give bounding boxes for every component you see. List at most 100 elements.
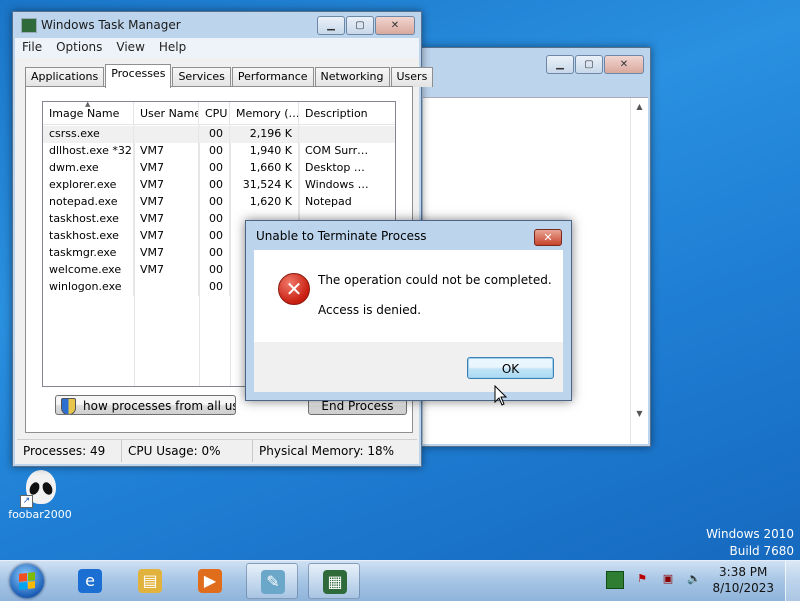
cell-description [299, 126, 395, 143]
sort-ascending-icon: ▲ [85, 102, 91, 108]
process-list-header: ▲ Image Name User Name CPU Memory (… Des… [43, 102, 395, 125]
network-icon[interactable]: ▣ [660, 571, 676, 587]
menu-file[interactable]: File [15, 38, 49, 58]
cell-image: dllhost.exe *32 [43, 143, 134, 160]
taskbar-clock[interactable]: 3:38 PM 8/10/2023 [712, 564, 774, 596]
table-row[interactable]: explorer.exe VM7 00 31,524 K Windows … [43, 177, 395, 194]
cell-user: VM7 [134, 194, 199, 211]
cell-image: winlogon.exe [43, 279, 134, 296]
uac-shield-icon [61, 398, 76, 414]
cell-user [134, 279, 199, 296]
dialog-title: Unable to Terminate Process [256, 229, 427, 243]
column-cpu[interactable]: CPU [199, 102, 230, 124]
cell-memory: 31,524 K [230, 177, 299, 194]
column-user-name[interactable]: User Name [134, 102, 199, 124]
tab-processes[interactable]: Processes [105, 64, 172, 88]
cell-cpu: 00 [199, 143, 230, 160]
task-manager-titlebar[interactable]: Windows Task Manager ▁ ▢ ✕ [13, 12, 421, 38]
ok-button[interactable]: OK [467, 357, 554, 379]
taskbar-button-task-manager[interactable]: ▦ [308, 563, 360, 599]
tab-strip: Applications Processes Services Performa… [25, 64, 434, 88]
cell-image: explorer.exe [43, 177, 134, 194]
table-row[interactable]: csrss.exe 00 2,196 K [43, 126, 395, 143]
dialog-content: ✕ The operation could not be completed. … [254, 250, 563, 342]
explorer-folder-icon: ▤ [138, 569, 162, 593]
column-description[interactable]: Description [299, 102, 395, 124]
desktop-icon-label: foobar2000 [8, 508, 72, 521]
table-row[interactable]: dllhost.exe *32 VM7 00 1,940 K COM Surr… [43, 143, 395, 160]
cell-memory: 1,660 K [230, 160, 299, 177]
clock-date: 8/10/2023 [712, 581, 774, 595]
cell-user: VM7 [134, 228, 199, 245]
table-row[interactable]: dwm.exe VM7 00 1,660 K Desktop … [43, 160, 395, 177]
cell-user [134, 126, 199, 143]
cell-user: VM7 [134, 262, 199, 279]
column-memory[interactable]: Memory (… [230, 102, 299, 124]
desktop-icon-foobar2000[interactable]: ↗ foobar2000 [8, 468, 72, 521]
watermark-line-2: Build 7680 [729, 544, 794, 558]
scroll-down-icon[interactable]: ▼ [631, 409, 648, 418]
start-button[interactable] [4, 563, 50, 599]
notepad-icon: ✎ [261, 570, 285, 594]
cell-user: VM7 [134, 143, 199, 160]
task-manager-app-icon [21, 18, 37, 33]
maximize-button[interactable]: ▢ [346, 16, 374, 35]
flag-icon[interactable]: ⚑ [634, 571, 650, 587]
battery-icon[interactable] [606, 571, 624, 589]
taskbar-button-media-player[interactable]: ▶ [184, 563, 236, 599]
cell-cpu: 00 [199, 126, 230, 143]
cell-image: csrss.exe [43, 126, 134, 143]
close-button[interactable]: ✕ [604, 55, 644, 74]
taskbar-button-explorer-folder[interactable]: ▤ [124, 563, 176, 599]
cell-cpu: 00 [199, 177, 230, 194]
task-manager-icon: ▦ [323, 570, 347, 594]
cell-cpu: 00 [199, 279, 230, 296]
cell-user: VM7 [134, 211, 199, 228]
windows-orb-icon [10, 564, 44, 598]
dialog-close-button[interactable]: ✕ [534, 229, 562, 246]
column-image-name[interactable]: ▲ Image Name [43, 102, 134, 124]
menu-options[interactable]: Options [49, 38, 109, 58]
internet-explorer-icon: e [78, 569, 102, 593]
cell-user: VM7 [134, 160, 199, 177]
media-player-icon: ▶ [198, 569, 222, 593]
taskbar-button-internet-explorer[interactable]: e [64, 563, 116, 599]
cell-image: taskhost.exe [43, 228, 134, 245]
table-row[interactable]: notepad.exe VM7 00 1,620 K Notepad [43, 194, 395, 211]
menu-help[interactable]: Help [152, 38, 193, 58]
tab-performance[interactable]: Performance [231, 67, 314, 87]
status-processes: Processes: 49 [17, 440, 122, 462]
tab-services[interactable]: Services [172, 67, 231, 87]
cell-cpu: 00 [199, 211, 230, 228]
error-dialog: Unable to Terminate Process ✕ ✕ The oper… [245, 220, 572, 401]
cell-description: Windows … [305, 178, 369, 191]
maximize-button[interactable]: ▢ [575, 55, 603, 74]
minimize-button[interactable]: ▁ [317, 16, 345, 35]
shortcut-arrow-icon: ↗ [20, 495, 33, 508]
scroll-up-icon[interactable]: ▲ [631, 102, 648, 111]
vertical-scrollbar[interactable]: ▲ ▼ [630, 98, 648, 444]
tab-networking[interactable]: Networking [314, 67, 390, 87]
cell-cpu: 00 [199, 245, 230, 262]
desktop-watermark: Windows 2010 Build 7680 [706, 526, 794, 560]
cell-description: Notepad [305, 195, 352, 208]
taskbar-button-notepad[interactable]: ✎ [246, 563, 298, 599]
menu-view[interactable]: View [109, 38, 151, 58]
tab-applications[interactable]: Applications [25, 67, 105, 87]
show-desktop-button[interactable] [785, 561, 800, 601]
cell-image: dwm.exe [43, 160, 134, 177]
cell-image: taskmgr.exe [43, 245, 134, 262]
show-all-users-button[interactable]: how processes from all user [55, 395, 236, 415]
cell-description: Desktop … [305, 161, 365, 174]
window-title: Windows Task Manager [41, 18, 181, 32]
dialog-detail: Access is denied. [318, 303, 422, 317]
volume-icon[interactable]: 🔈 [686, 571, 702, 587]
minimize-button[interactable]: ▁ [546, 55, 574, 74]
cell-user: VM7 [134, 177, 199, 194]
dialog-footer: OK [254, 342, 563, 392]
close-button[interactable]: ✕ [375, 16, 415, 35]
tab-users[interactable]: Users [390, 67, 434, 87]
cell-memory: 1,940 K [230, 143, 299, 160]
cell-user: VM7 [134, 245, 199, 262]
status-memory: Physical Memory: 18% [259, 444, 395, 458]
